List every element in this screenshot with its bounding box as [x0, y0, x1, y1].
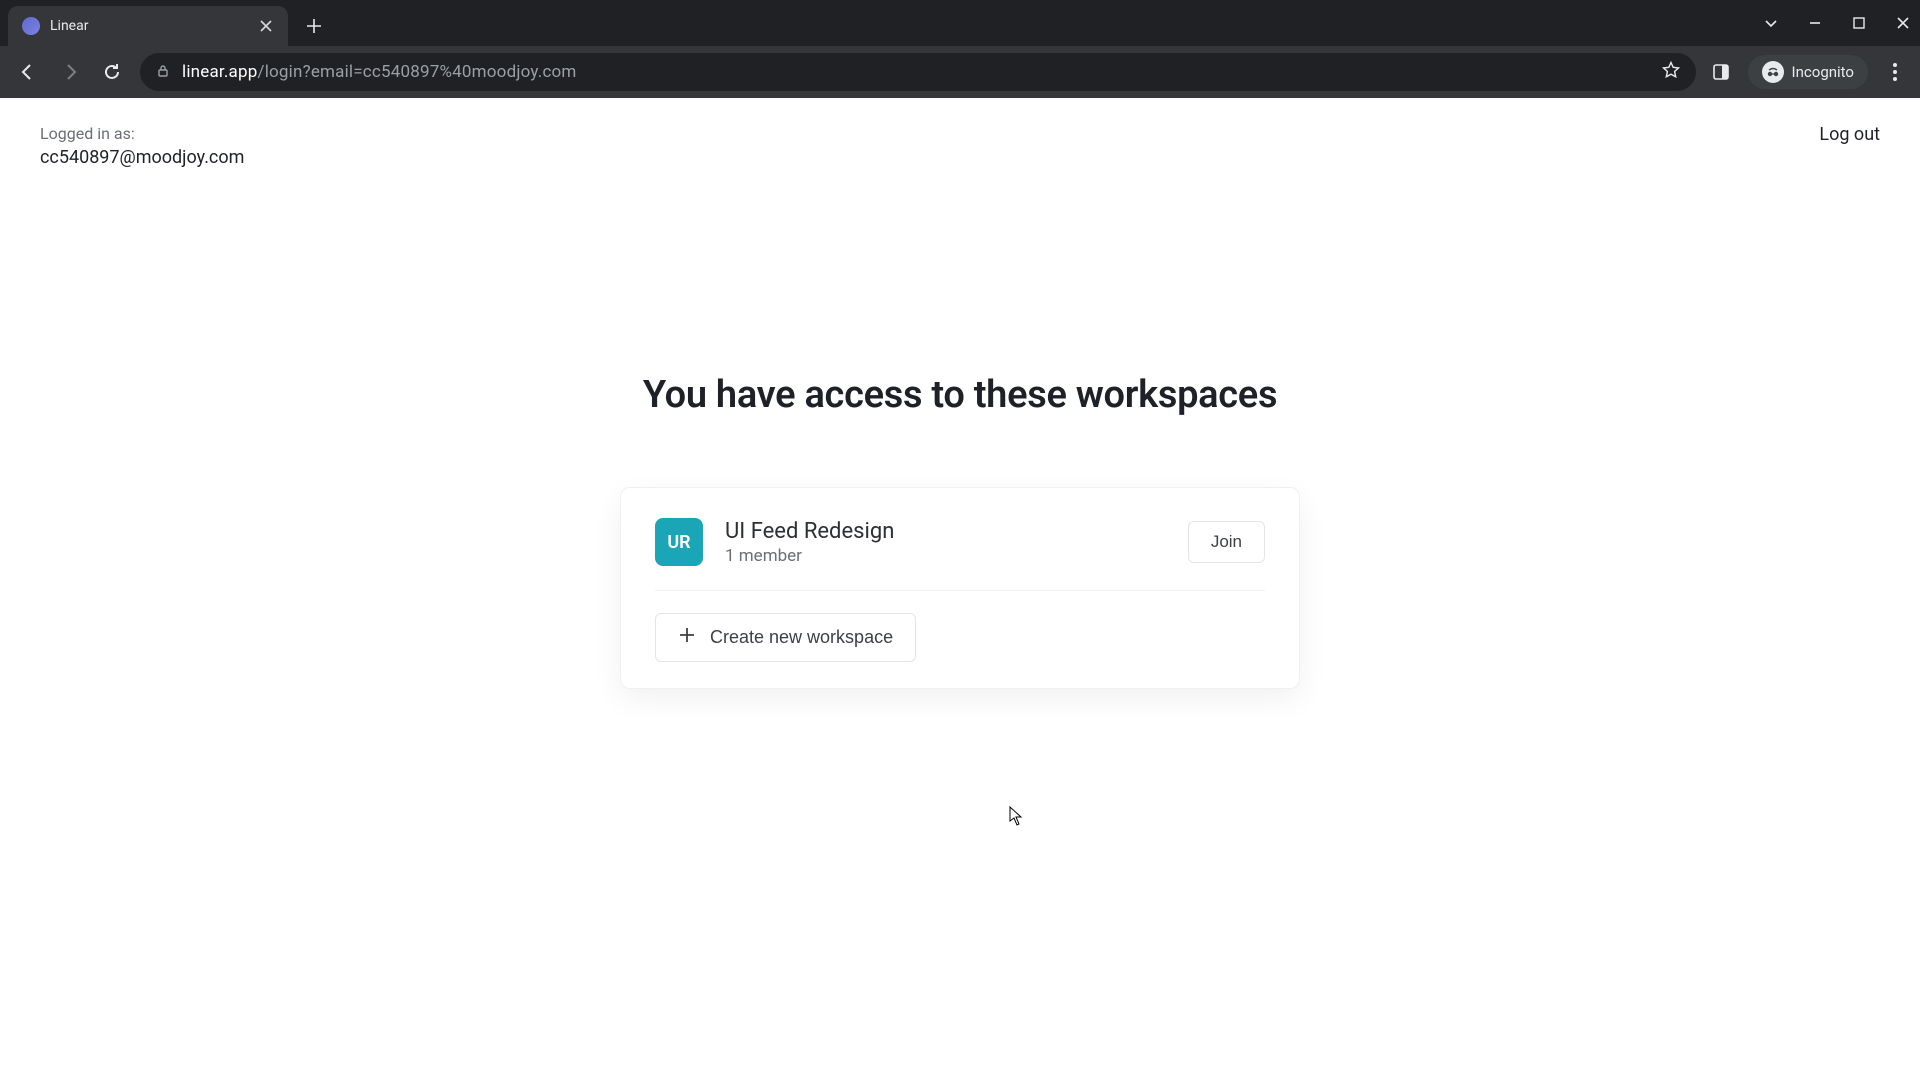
menu-icon[interactable]: [1884, 61, 1906, 83]
logout-link[interactable]: Log out: [1819, 124, 1880, 145]
chevron-down-icon[interactable]: [1762, 14, 1780, 32]
tab-strip: Linear: [0, 0, 1920, 46]
maximize-icon[interactable]: [1850, 14, 1868, 32]
url-input[interactable]: linear.app/login?email=cc540897%40moodjo…: [140, 53, 1696, 91]
extensions-icon[interactable]: [1710, 61, 1732, 83]
page-content: Logged in as: cc540897@moodjoy.com Log o…: [0, 98, 1920, 1080]
workspace-members: 1 member: [725, 546, 1166, 566]
url-text: linear.app/login?email=cc540897%40moodjo…: [182, 62, 577, 82]
join-button[interactable]: Join: [1188, 521, 1265, 563]
page-top-bar: Logged in as: cc540897@moodjoy.com Log o…: [0, 98, 1920, 168]
mouse-cursor: [1009, 806, 1023, 826]
workspace-texts: UI Feed Redesign 1 member: [725, 519, 1166, 566]
lock-icon: [156, 63, 170, 82]
minimize-icon[interactable]: [1806, 14, 1824, 32]
url-path: /login?email=cc540897%40moodjoy.com: [257, 62, 576, 82]
create-row: Create new workspace: [655, 591, 1265, 662]
tab-title: Linear: [50, 18, 248, 34]
incognito-indicator[interactable]: Incognito: [1748, 55, 1868, 89]
workspace-name: UI Feed Redesign: [725, 519, 1166, 544]
incognito-icon: [1762, 61, 1784, 83]
url-host: linear.app: [182, 62, 257, 82]
workspace-card: UR UI Feed Redesign 1 member Join Create…: [620, 487, 1300, 689]
new-tab-button[interactable]: [298, 10, 330, 42]
linear-favicon: [22, 17, 40, 35]
logged-in-info: Logged in as: cc540897@moodjoy.com: [40, 124, 244, 168]
window-controls: [1762, 0, 1912, 46]
workspace-avatar: UR: [655, 518, 703, 566]
create-workspace-label: Create new workspace: [710, 627, 893, 648]
page-heading: You have access to these workspaces: [643, 373, 1277, 417]
incognito-label: Incognito: [1792, 63, 1854, 81]
create-workspace-button[interactable]: Create new workspace: [655, 613, 916, 662]
address-bar: linear.app/login?email=cc540897%40moodjo…: [0, 46, 1920, 98]
plus-icon: [678, 626, 696, 649]
forward-button[interactable]: [56, 58, 84, 86]
logged-in-label: Logged in as:: [40, 124, 244, 143]
reload-button[interactable]: [98, 58, 126, 86]
close-window-icon[interactable]: [1894, 14, 1912, 32]
bookmark-icon[interactable]: [1662, 61, 1680, 83]
browser-tab[interactable]: Linear: [8, 6, 288, 46]
back-button[interactable]: [14, 58, 42, 86]
close-tab-icon[interactable]: [258, 18, 274, 34]
logged-in-email: cc540897@moodjoy.com: [40, 147, 244, 168]
toolbar-right: Incognito: [1710, 55, 1906, 89]
workspace-row: UR UI Feed Redesign 1 member Join: [655, 518, 1265, 591]
browser-chrome: Linear: [0, 0, 1920, 98]
main-center: You have access to these workspaces UR U…: [0, 373, 1920, 689]
